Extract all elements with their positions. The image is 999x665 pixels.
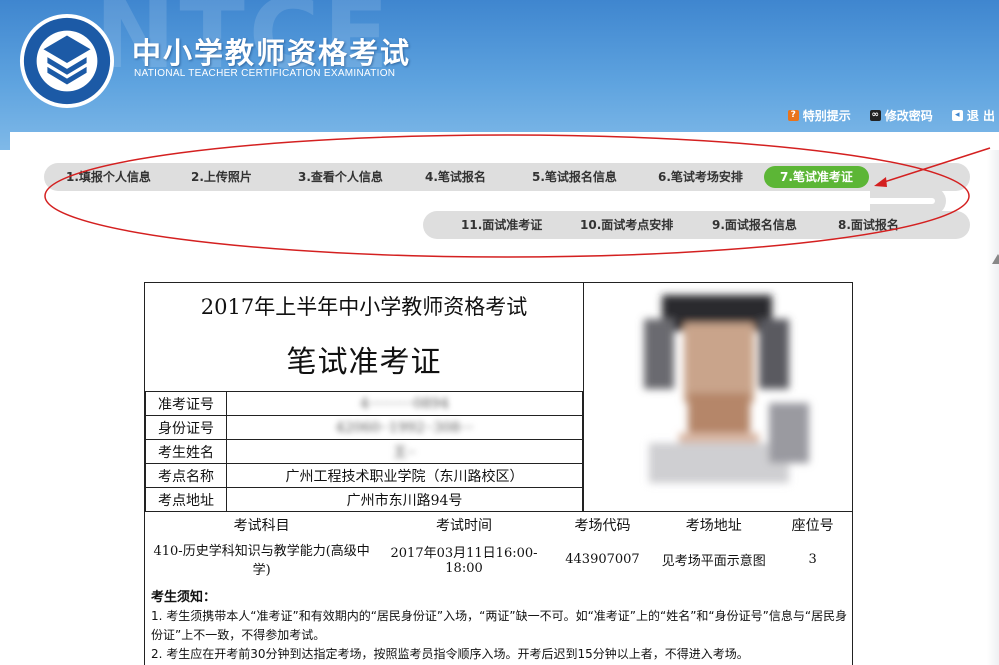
top-links: ? 特别提示 ∞ 修改密码 ◂ 退 出 — [787, 107, 995, 124]
logout-label: 退 出 — [966, 109, 995, 123]
step-1[interactable]: 1.填报个人信息 — [66, 163, 151, 191]
info-row: 准考证号 4··········0894 — [145, 391, 583, 416]
subject-value: 410-历史学科知识与教学能力(高级中学) — [153, 544, 370, 578]
test-address-value: 广州市东川路94号 — [226, 487, 583, 512]
step-2[interactable]: 2.上传照片 — [191, 163, 252, 191]
step-nav-row-1: 1.填报个人信息 2.上传照片 3.查看个人信息 4.笔试报名 5.笔试报名信息… — [44, 163, 970, 191]
exam-subject-table: 考试科目 考试时间 考场代码 考场地址 座位号 410-历史学科知识与教学能力(… — [145, 511, 853, 580]
ticket-title: 笔试准考证 — [286, 345, 442, 380]
candidate-notes: 考生须知： 1. 考生须携带本人“准考证”和有效期内的“居民身份证”入场，“两证… — [151, 588, 851, 664]
step-4[interactable]: 4.笔试报名 — [425, 163, 486, 191]
id-no-label: 身份证号 — [145, 415, 227, 440]
special-notice-link[interactable]: ? 特别提示 — [787, 107, 851, 124]
step-5[interactable]: 5.笔试报名信息 — [532, 163, 617, 191]
step-nav-row-2: 11.面试准考证 10.面试考点安排 9.面试报名信息 8.面试报名 — [423, 211, 970, 239]
room-address-value: 见考场平面示意图 — [661, 553, 766, 569]
subject-row: 410-历史学科知识与教学能力(高级中学) 2017年03月11日16:00-1… — [145, 538, 853, 580]
time-value: 2017年03月11日16:00-18:00 — [390, 546, 538, 576]
info-row: 身份证号 42060··1992··308··· — [145, 415, 583, 440]
test-center-label: 考点名称 — [145, 463, 227, 488]
test-address-label: 考点地址 — [145, 487, 227, 512]
candidate-info-table: 准考证号 4··········0894 身份证号 42060··1992··3… — [145, 391, 583, 512]
special-notice-label: 特别提示 — [802, 109, 851, 123]
admission-ticket: 2017年上半年中小学教师资格考试 笔试准考证 准考证号 4··········… — [144, 282, 853, 665]
id-no-value: 42060··1992··308··· — [226, 415, 583, 440]
ticket-no-value: 4··········0894 — [226, 391, 583, 416]
content-area-top — [10, 132, 999, 152]
room-code-value: 443907007 — [565, 551, 640, 567]
change-password-label: 修改密码 — [884, 109, 933, 123]
scroll-up-arrow[interactable] — [992, 254, 999, 264]
ticket-no-label: 准考证号 — [145, 391, 227, 416]
ntce-logo — [19, 13, 115, 109]
step-6[interactable]: 6.笔试考场安排 — [658, 163, 743, 191]
col-room-address: 考场地址 — [655, 511, 773, 538]
note-2: 2. 考生应在开考前30分钟到达指定考场，按照监考员指令顺序入场。开考后迟到15… — [151, 647, 749, 661]
col-subject: 考试科目 — [145, 511, 379, 538]
step-9[interactable]: 9.面试报名信息 — [712, 211, 797, 239]
test-center-value: 广州工程技术职业学院（东川路校区） — [226, 463, 583, 488]
step-7[interactable]: 7.笔试准考证 — [764, 166, 869, 188]
candidate-photo-cell — [583, 283, 853, 511]
exam-title: 2017年上半年中小学教师资格考试 — [200, 294, 528, 319]
info-row: 考点名称 广州工程技术职业学院（东川路校区） — [145, 463, 583, 488]
step-8[interactable]: 8.面试报名 — [838, 211, 899, 239]
candidate-name-value: 王·· — [226, 439, 583, 464]
col-seat: 座位号 — [772, 511, 853, 538]
col-room-code: 考场代码 — [549, 511, 656, 538]
col-time: 考试时间 — [378, 511, 550, 538]
subject-header-row: 考试科目 考试时间 考场代码 考场地址 座位号 — [145, 511, 853, 538]
change-password-link[interactable]: ∞ 修改密码 — [869, 107, 933, 124]
candidate-photo — [644, 295, 809, 483]
help-icon: ? — [787, 110, 799, 121]
logout-icon: ◂ — [951, 110, 963, 121]
site-title: 中小学教师资格考试 — [132, 36, 412, 70]
step-3[interactable]: 3.查看个人信息 — [298, 163, 383, 191]
candidate-name-label: 考生姓名 — [145, 439, 227, 464]
seat-value: 3 — [808, 551, 817, 567]
site-subtitle: NATIONAL TEACHER CERTIFICATION EXAMINATI… — [134, 68, 396, 79]
info-row: 考生姓名 王·· — [145, 439, 583, 464]
notes-title: 考生须知： — [151, 590, 217, 605]
password-icon: ∞ — [869, 110, 881, 121]
page-scroll-edge — [987, 150, 999, 665]
site-header: NTCE 中小学教师资格考试 NATIONAL TEACHER CERTIFIC… — [0, 0, 999, 150]
step-11[interactable]: 11.面试准考证 — [461, 211, 542, 239]
logout-link[interactable]: ◂ 退 出 — [951, 107, 995, 124]
note-1: 1. 考生须携带本人“准考证”和有效期内的“居民身份证”入场，“两证”缺一不可。… — [151, 609, 848, 642]
step-10[interactable]: 10.面试考点安排 — [580, 211, 673, 239]
info-row: 考点地址 广州市东川路94号 — [145, 487, 583, 512]
